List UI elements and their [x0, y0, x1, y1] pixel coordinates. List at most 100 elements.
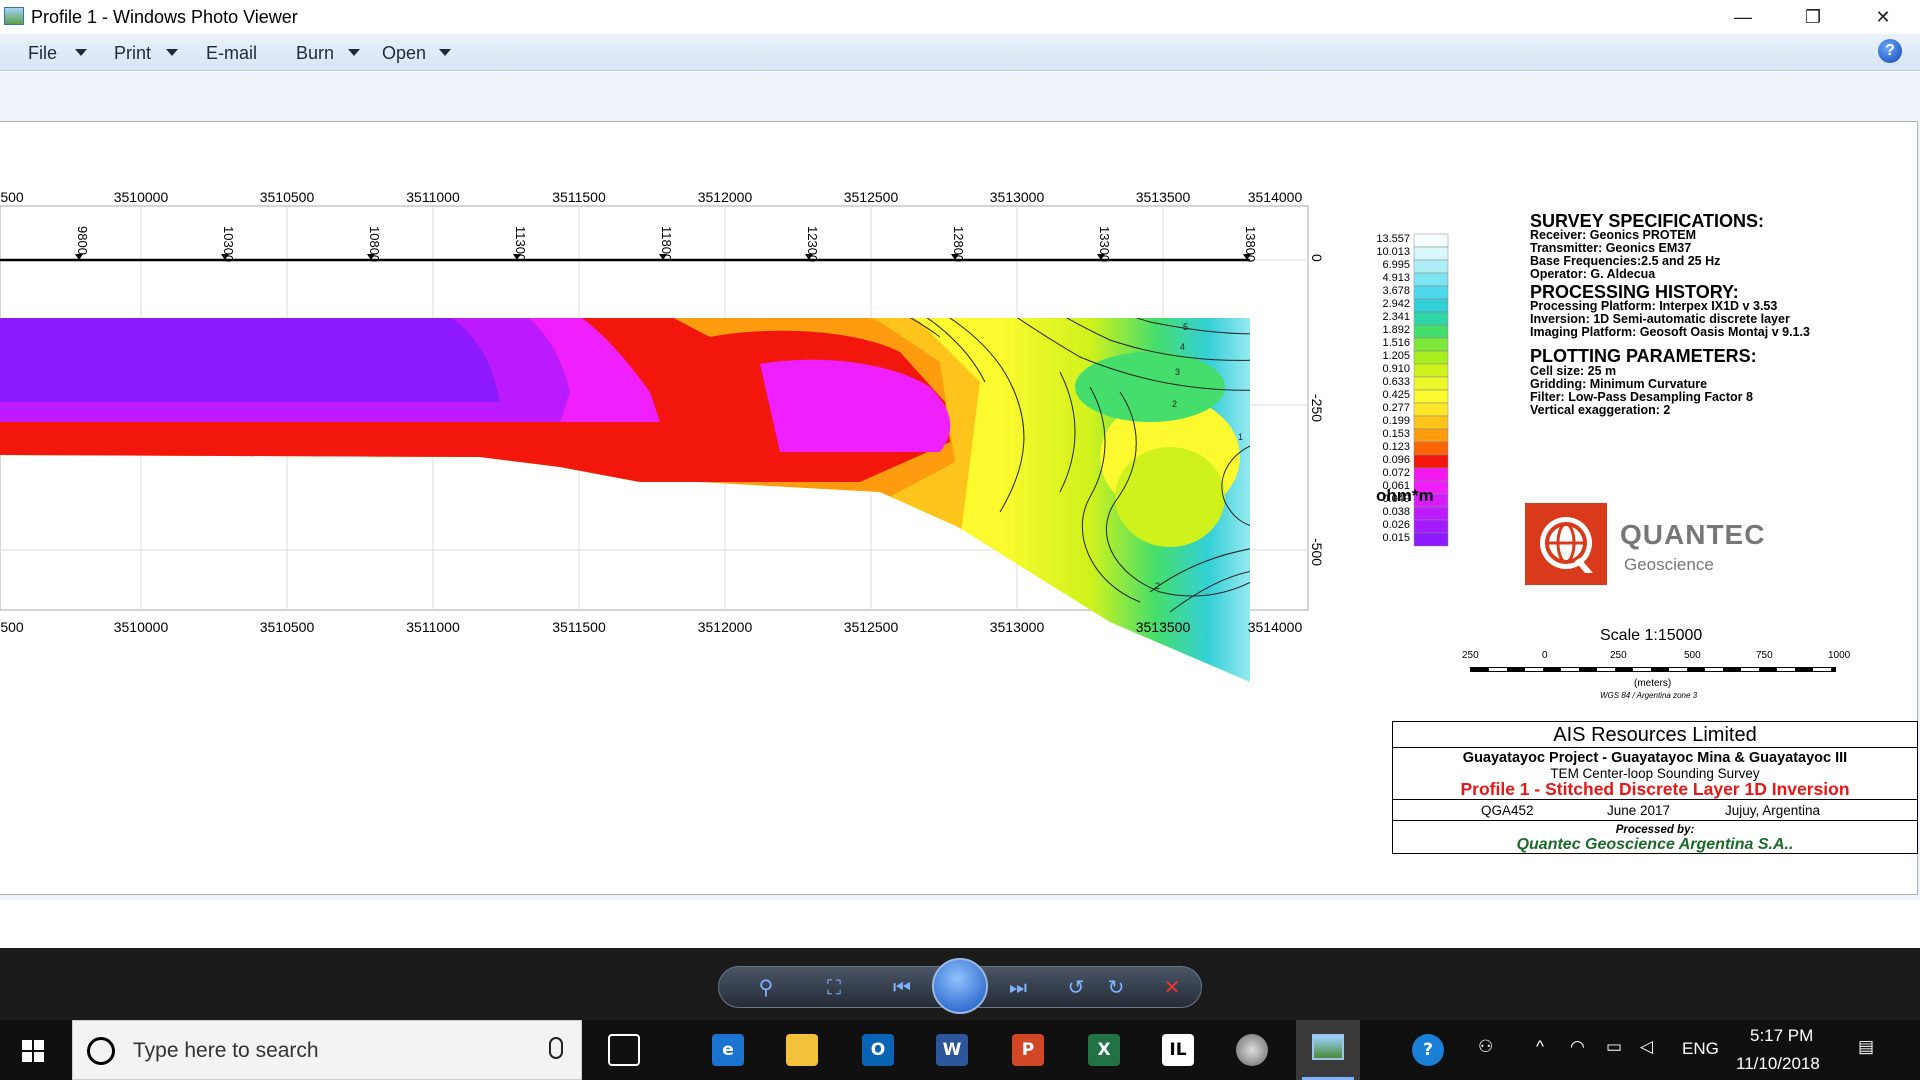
- colorbar-value: 2.942: [1382, 298, 1410, 310]
- wifi-icon[interactable]: ◠: [1570, 1037, 1585, 1057]
- station-label: 11800: [659, 226, 674, 261]
- x-tick-bottom: 3513500: [1136, 619, 1191, 635]
- colorbar-value: 0.096: [1382, 454, 1410, 466]
- colorbar-swatch: [1413, 441, 1449, 456]
- menu-email[interactable]: E-mail: [206, 43, 257, 64]
- colorbar-value: 2.341: [1382, 311, 1410, 323]
- scale-bar: [1470, 667, 1836, 672]
- file-dropdown-icon[interactable]: [75, 49, 87, 56]
- x-tick-top: 3510500: [260, 189, 315, 205]
- colorbar-value: 1.892: [1382, 324, 1410, 336]
- contour-label: 2: [1155, 581, 1160, 591]
- colorbar-value: 0.015: [1382, 532, 1410, 544]
- next-icon[interactable]: ⏭: [1004, 974, 1032, 1002]
- menu-print[interactable]: Print: [114, 43, 151, 64]
- start-icon[interactable]: [22, 1040, 44, 1062]
- colorbar-swatch: [1413, 363, 1449, 378]
- scale-title: Scale 1:15000: [1600, 627, 1703, 644]
- scale-tick: 0: [1542, 650, 1548, 661]
- file-explorer-icon[interactable]: [786, 1034, 818, 1066]
- title-block-processed-by: Processed by:: [1615, 824, 1695, 836]
- outlook-icon[interactable]: O: [862, 1034, 894, 1066]
- plotting-line: Vertical exaggeration: 2: [1530, 403, 1671, 417]
- colorbar-value: 0.277: [1382, 402, 1410, 414]
- task-view-icon[interactable]: [608, 1034, 640, 1066]
- station-label: 10300: [221, 226, 236, 262]
- menu-open[interactable]: Open: [382, 43, 426, 64]
- quantec-logo-mark: [1525, 503, 1607, 585]
- colorbar-swatch: [1413, 272, 1449, 287]
- title-block-location: Jujuy, Argentina: [1725, 803, 1821, 818]
- excel-icon[interactable]: X: [1088, 1034, 1120, 1066]
- survey-spec-line: Operator: G. Aldecua: [1530, 267, 1656, 281]
- x-tick-top: 3510000: [114, 189, 169, 205]
- rotate-counterclockwise-icon[interactable]: ↺: [1062, 974, 1090, 1002]
- show-hidden-icons[interactable]: ^: [1536, 1037, 1544, 1057]
- processing-line: Imaging Platform: Geosoft Oasis Montaj v…: [1530, 325, 1810, 339]
- scale-tick: 500: [1684, 650, 1701, 661]
- colorbar-swatch: [1413, 389, 1449, 404]
- colorbar-value: 6.995: [1382, 259, 1410, 271]
- colorbar-value: 3.678: [1382, 285, 1410, 297]
- title-block-project: Guayatayoc Project - Guayatayoc Mina & G…: [1462, 750, 1848, 766]
- close-button[interactable]: ✕: [1854, 0, 1912, 34]
- colorbar-swatch: [1413, 350, 1449, 365]
- station-label: 12800: [951, 226, 966, 262]
- contour-label: 2: [1172, 399, 1177, 409]
- station-label: 12300: [805, 226, 820, 262]
- x-tick-bottom: 3514000: [1248, 619, 1303, 635]
- clock-date[interactable]: 11/10/2018: [1736, 1054, 1820, 1074]
- language-indicator[interactable]: ENG: [1682, 1039, 1719, 1059]
- colorbar-swatch: [1413, 467, 1449, 482]
- colorbar-value: 0.026: [1382, 519, 1410, 531]
- clock-time[interactable]: 5:17 PM: [1750, 1026, 1813, 1046]
- scale-datum: WGS 84 / Argentina zone 3: [1600, 691, 1698, 700]
- colorbar-value: 1.516: [1382, 337, 1410, 349]
- powerpoint-icon[interactable]: P: [1012, 1034, 1044, 1066]
- help-tray-icon[interactable]: ?: [1412, 1034, 1444, 1066]
- restore-button[interactable]: ❐: [1784, 0, 1842, 34]
- print-dropdown-icon[interactable]: [166, 49, 178, 56]
- quantec-logo-sub: Geoscience: [1624, 555, 1714, 574]
- slideshow-button[interactable]: [932, 958, 988, 1014]
- volume-icon[interactable]: ◁: [1640, 1037, 1653, 1057]
- resistivity-section: 5 4 3 2 1 2: [0, 318, 1250, 682]
- title-block-profile: Profile 1 - Stitched Discrete Layer 1D I…: [1460, 779, 1850, 799]
- notifications-icon[interactable]: ▤: [1858, 1037, 1874, 1057]
- x-tick-top: 3512500: [844, 189, 899, 205]
- scale-tick: 250: [1462, 650, 1479, 661]
- word-icon[interactable]: W: [936, 1034, 968, 1066]
- rotate-clockwise-icon[interactable]: ↻: [1102, 974, 1130, 1002]
- people-icon[interactable]: ⚇: [1478, 1037, 1493, 1057]
- open-dropdown-icon[interactable]: [439, 49, 451, 56]
- title-block-date: June 2017: [1607, 803, 1671, 818]
- minimize-button[interactable]: —: [1714, 0, 1772, 34]
- contour-label: 1: [1238, 432, 1243, 442]
- depth-tick: -500: [1309, 538, 1325, 566]
- delete-icon[interactable]: ✕: [1158, 974, 1186, 1002]
- menu-burn[interactable]: Burn: [296, 43, 334, 64]
- window-title: Profile 1 - Windows Photo Viewer: [31, 7, 298, 27]
- zoom-icon[interactable]: ⚲: [752, 974, 780, 1002]
- colorbar-value: 13.557: [1376, 233, 1410, 245]
- previous-icon[interactable]: ⏮: [888, 974, 916, 1002]
- photo-viewer-taskbar-button[interactable]: [1296, 1020, 1360, 1080]
- actual-size-icon[interactable]: ⛶: [820, 974, 848, 1002]
- station-label: 9800: [75, 226, 90, 255]
- microphone-icon[interactable]: [549, 1037, 563, 1059]
- title-block-company: AIS Resources Limited: [1393, 722, 1917, 748]
- x-tick-bottom: 3511500: [552, 619, 606, 635]
- globe-app-icon[interactable]: [1236, 1034, 1268, 1066]
- burn-dropdown-icon[interactable]: [348, 49, 360, 56]
- battery-icon[interactable]: ▭: [1606, 1037, 1622, 1057]
- title-bar: Profile 1 - Windows Photo Viewer — ❐ ✕: [0, 0, 1920, 34]
- station-label: 13300: [1097, 226, 1112, 262]
- help-icon[interactable]: ?: [1878, 39, 1902, 63]
- scale-tick: 250: [1610, 650, 1627, 661]
- colorbar-swatch: [1413, 402, 1449, 417]
- taskbar-search-box[interactable]: Type here to search: [72, 1020, 582, 1080]
- menu-file[interactable]: File: [28, 43, 57, 64]
- ilwis-app-icon[interactable]: IL: [1162, 1034, 1194, 1066]
- edge-icon[interactable]: e: [712, 1034, 744, 1066]
- menu-bar: File Print E-mail Burn Open: [0, 34, 1920, 71]
